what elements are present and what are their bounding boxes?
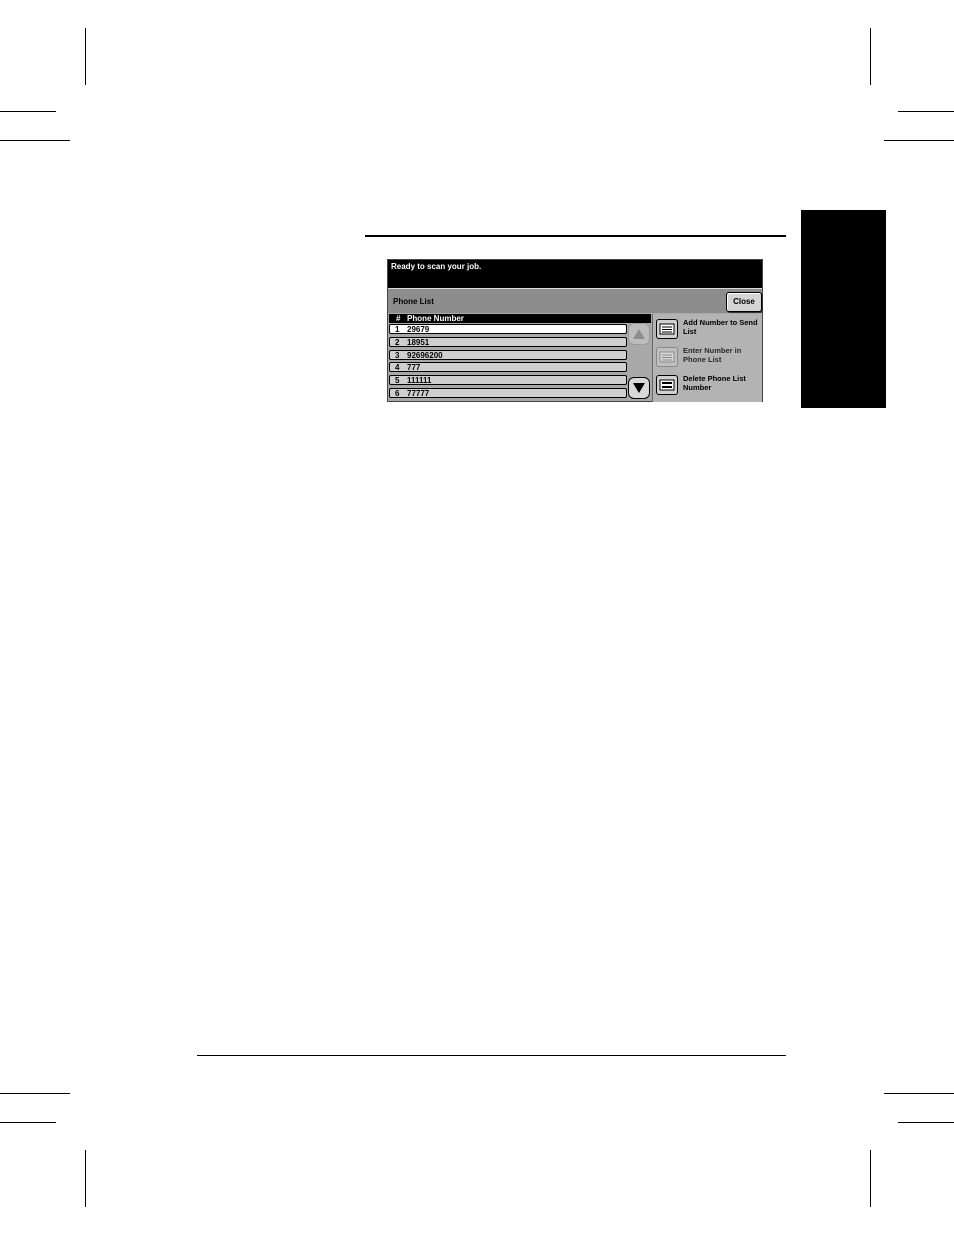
list-item[interactable]: 3 92696200 [389, 349, 627, 360]
crop-mark [0, 111, 56, 112]
touch-screen: Ready to scan your job. Phone List Close… [387, 259, 763, 402]
list-item[interactable]: 4 777 [389, 362, 627, 373]
list-item[interactable]: 2 18951 [389, 336, 627, 347]
crop-mark [870, 28, 871, 85]
delete-list-icon [659, 379, 675, 391]
delete-phone-list-number-button[interactable]: Delete Phone List Number [656, 374, 760, 400]
crop-mark [898, 111, 954, 112]
enter-number-label: Enter Number in Phone List [683, 346, 742, 364]
list-add-icon [659, 323, 675, 335]
status-message-bar: Ready to scan your job. [388, 260, 762, 288]
header-phone-number: Phone Number [407, 314, 464, 323]
crop-mark [0, 140, 70, 141]
status-message: Ready to scan your job. [391, 262, 482, 271]
delete-number-label: Delete Phone List Number [683, 374, 746, 392]
close-button[interactable]: Close [726, 292, 762, 312]
title-bar: Phone List Close [388, 288, 762, 313]
crop-mark [884, 1093, 954, 1094]
enter-number-in-phone-list-button[interactable]: Enter Number in Phone List [656, 346, 760, 372]
scroll-up-button[interactable] [628, 323, 650, 345]
phone-list: 1 29679 2 18951 3 92696200 4 777 5 11111… [389, 324, 627, 401]
header-rule [365, 235, 786, 237]
chapter-tab [801, 210, 886, 408]
keypad-icon [659, 351, 675, 363]
triangle-up-icon [633, 329, 645, 339]
crop-mark [0, 1093, 70, 1094]
action-pane: Add Number to Send List Enter Number in … [653, 314, 762, 402]
list-item[interactable]: 5 111111 [389, 375, 627, 386]
list-item[interactable]: 6 77777 [389, 387, 627, 398]
triangle-down-icon [633, 383, 645, 393]
add-number-to-send-list-button[interactable]: Add Number to Send List [656, 318, 760, 344]
crop-mark [870, 1150, 871, 1207]
crop-mark [884, 140, 954, 141]
crop-mark [85, 1150, 86, 1207]
crop-mark [898, 1122, 954, 1123]
list-item[interactable]: 1 29679 [389, 324, 627, 334]
crop-mark [85, 28, 86, 85]
add-number-label: Add Number to Send List [683, 318, 758, 336]
footer-rule [197, 1055, 786, 1056]
list-header: # Phone Number [389, 314, 651, 323]
header-hash: # [396, 314, 401, 323]
screen-title: Phone List [393, 297, 434, 306]
crop-mark [0, 1122, 56, 1123]
scroll-down-button[interactable] [628, 377, 650, 399]
